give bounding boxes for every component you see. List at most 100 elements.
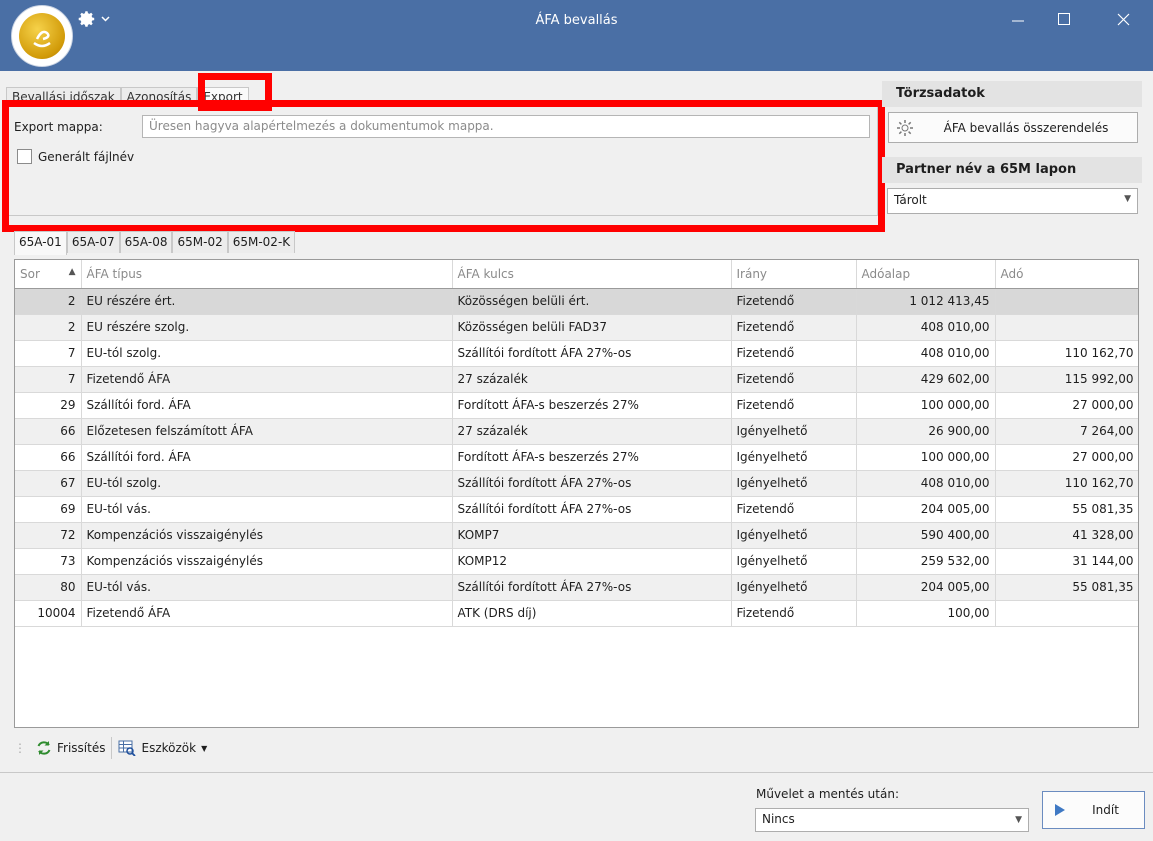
column-header-adoalap[interactable]: Adóalap	[856, 260, 996, 289]
cell-afa-kulcs[interactable]: Fordított ÁFA-s beszerzés 27%	[452, 444, 732, 471]
cell-irany[interactable]: Igényelhető	[731, 470, 857, 497]
cell-adoalap[interactable]: 204 005,00	[856, 574, 996, 601]
cell-afa-kulcs[interactable]: Közösségen belüli FAD37	[452, 314, 732, 341]
cell-sor[interactable]: 10004	[15, 600, 82, 627]
tools-menu-button[interactable]: Eszközök ▼	[112, 740, 213, 756]
table-row[interactable]: 29 Szállítói ford. ÁFA Fordított ÁFA-s bes…	[15, 392, 1138, 419]
table-row[interactable]: 66 Szállítói ford. ÁFA Fordított ÁFA-s bes…	[15, 444, 1138, 471]
cell-afa-kulcs[interactable]: Szállítói fordított ÁFA 27%-os	[452, 340, 732, 367]
cell-irany[interactable]: Fizetendő	[731, 288, 857, 315]
column-header-ado[interactable]: Adó	[995, 260, 1138, 289]
start-button[interactable]: Indít	[1042, 791, 1145, 829]
table-row[interactable]: 69 EU-tól vás. Szállítói fordított ÁFA 27%…	[15, 496, 1138, 523]
cell-irany[interactable]: Fizetendő	[731, 496, 857, 523]
partner-name-select[interactable]: Tárolt ▼	[887, 188, 1138, 214]
cell-irany[interactable]: Fizetendő	[731, 392, 857, 419]
column-header-afa-tipus[interactable]: ÁFA típus	[81, 260, 453, 289]
cell-afa-tipus[interactable]: EU-tól vás.	[81, 496, 453, 523]
cell-sor[interactable]: 69	[15, 496, 82, 523]
cell-ado[interactable]: 27 000,00	[995, 444, 1138, 471]
cell-ado[interactable]	[995, 600, 1138, 627]
tab-65a-08[interactable]: 65A-08	[119, 231, 173, 253]
cell-afa-tipus[interactable]: EU részére ért.	[81, 288, 453, 315]
afa-mapping-button[interactable]: ÁFA bevallás összerendelés	[888, 112, 1138, 143]
tab-65a-01[interactable]: 65A-01	[14, 231, 67, 255]
cell-ado[interactable]: 115 992,00	[995, 366, 1138, 393]
table-row[interactable]: 7 Fizetendő ÁFA 27 százalék Fizetendő 429 60…	[15, 366, 1138, 393]
cell-irany[interactable]: Fizetendő	[731, 600, 857, 627]
cell-ado[interactable]: 31 144,00	[995, 548, 1138, 575]
cell-ado[interactable]: 110 162,70	[995, 470, 1138, 497]
cell-adoalap[interactable]: 590 400,00	[856, 522, 996, 549]
cell-ado[interactable]: 55 081,35	[995, 496, 1138, 523]
cell-adoalap[interactable]: 100 000,00	[856, 444, 996, 471]
cell-afa-kulcs[interactable]: 27 százalék	[452, 418, 732, 445]
tab-azonositas[interactable]: Azonosítás	[120, 87, 198, 107]
cell-sor[interactable]: 72	[15, 522, 82, 549]
maximize-button[interactable]	[1041, 5, 1087, 33]
tab-bevallasi-idoszak[interactable]: Bevallási időszak	[6, 87, 121, 107]
tab-65m-02[interactable]: 65M-02	[172, 231, 228, 253]
cell-afa-tipus[interactable]: Szállítói ford. ÁFA	[81, 444, 453, 471]
cell-sor[interactable]: 66	[15, 418, 82, 445]
cell-afa-kulcs[interactable]: 27 százalék	[452, 366, 732, 393]
cell-irany[interactable]: Fizetendő	[731, 314, 857, 341]
cell-afa-tipus[interactable]: Kompenzációs visszaigénylés	[81, 522, 453, 549]
table-row[interactable]: 80 EU-tól vás. Szállítói fordított ÁFA 27%…	[15, 574, 1138, 601]
cell-afa-tipus[interactable]: Előzetesen felszámított ÁFA	[81, 418, 453, 445]
cell-adoalap[interactable]: 100 000,00	[856, 392, 996, 419]
cell-adoalap[interactable]: 259 532,00	[856, 548, 996, 575]
table-row[interactable]: 2 EU részére szolg. Közösségen belüli FAD3…	[15, 314, 1138, 341]
table-row[interactable]: 7 EU-tól szolg. Szállítói fordított ÁFA 27…	[15, 340, 1138, 367]
cell-sor[interactable]: 7	[15, 340, 82, 367]
refresh-button[interactable]: Frissítés	[30, 740, 111, 756]
cell-irany[interactable]: Igényelhető	[731, 574, 857, 601]
close-button[interactable]	[1100, 5, 1146, 33]
cell-irany[interactable]: Igényelhető	[731, 522, 857, 549]
cell-irany[interactable]: Igényelhető	[731, 548, 857, 575]
cell-ado[interactable]	[995, 314, 1138, 341]
table-row[interactable]: 72 Kompenzációs visszaigénylés KOMP7 Igénye…	[15, 522, 1138, 549]
cell-adoalap[interactable]: 408 010,00	[856, 340, 996, 367]
generated-filename-checkbox[interactable]	[17, 149, 32, 164]
tab-65a-07[interactable]: 65A-07	[66, 231, 120, 253]
table-row[interactable]: 73 Kompenzációs visszaigénylés KOMP12 Igény…	[15, 548, 1138, 575]
cell-sor[interactable]: 66	[15, 444, 82, 471]
table-row[interactable]: 10004 Fizetendő ÁFA ATK (DRS díj) Fizetendő…	[15, 600, 1138, 627]
cell-afa-kulcs[interactable]: KOMP7	[452, 522, 732, 549]
cell-adoalap[interactable]: 26 900,00	[856, 418, 996, 445]
after-save-select[interactable]: Nincs ▼	[755, 808, 1029, 832]
cell-afa-kulcs[interactable]: Fordított ÁFA-s beszerzés 27%	[452, 392, 732, 419]
cell-ado[interactable]: 110 162,70	[995, 340, 1138, 367]
cell-ado[interactable]: 27 000,00	[995, 392, 1138, 419]
cell-adoalap[interactable]: 100,00	[856, 600, 996, 627]
column-header-afa-kulcs[interactable]: ÁFA kulcs	[452, 260, 732, 289]
cell-adoalap[interactable]: 408 010,00	[856, 314, 996, 341]
cell-afa-tipus[interactable]: EU részére szolg.	[81, 314, 453, 341]
cell-sor[interactable]: 2	[15, 288, 82, 315]
cell-irany[interactable]: Fizetendő	[731, 340, 857, 367]
cell-sor[interactable]: 80	[15, 574, 82, 601]
cell-afa-tipus[interactable]: Kompenzációs visszaigénylés	[81, 548, 453, 575]
cell-afa-tipus[interactable]: Fizetendő ÁFA	[81, 366, 453, 393]
cell-afa-tipus[interactable]: Fizetendő ÁFA	[81, 600, 453, 627]
cell-sor[interactable]: 7	[15, 366, 82, 393]
cell-adoalap[interactable]: 408 010,00	[856, 470, 996, 497]
table-row[interactable]: 67 EU-tól szolg. Szállítói fordított ÁFA 2…	[15, 470, 1138, 497]
cell-adoalap[interactable]: 1 012 413,45	[856, 288, 996, 315]
minimize-button[interactable]	[995, 5, 1041, 33]
cell-ado[interactable]	[995, 288, 1138, 315]
cell-sor[interactable]: 67	[15, 470, 82, 497]
cell-sor[interactable]: 73	[15, 548, 82, 575]
cell-ado[interactable]: 7 264,00	[995, 418, 1138, 445]
table-row[interactable]: 66 Előzetesen felszámított ÁFA 27 százalék…	[15, 418, 1138, 445]
cell-irany[interactable]: Igényelhető	[731, 444, 857, 471]
cell-afa-kulcs[interactable]: Szállítói fordított ÁFA 27%-os	[452, 470, 732, 497]
export-folder-input[interactable]: Üresen hagyva alapértelmezés a dokumentu…	[142, 115, 870, 138]
column-header-sor[interactable]: Sor ▲	[15, 260, 82, 289]
cell-afa-tipus[interactable]: EU-tól szolg.	[81, 340, 453, 367]
cell-afa-kulcs[interactable]: Szállítói fordított ÁFA 27%-os	[452, 496, 732, 523]
cell-afa-tipus[interactable]: EU-tól szolg.	[81, 470, 453, 497]
cell-ado[interactable]: 55 081,35	[995, 574, 1138, 601]
cell-sor[interactable]: 2	[15, 314, 82, 341]
